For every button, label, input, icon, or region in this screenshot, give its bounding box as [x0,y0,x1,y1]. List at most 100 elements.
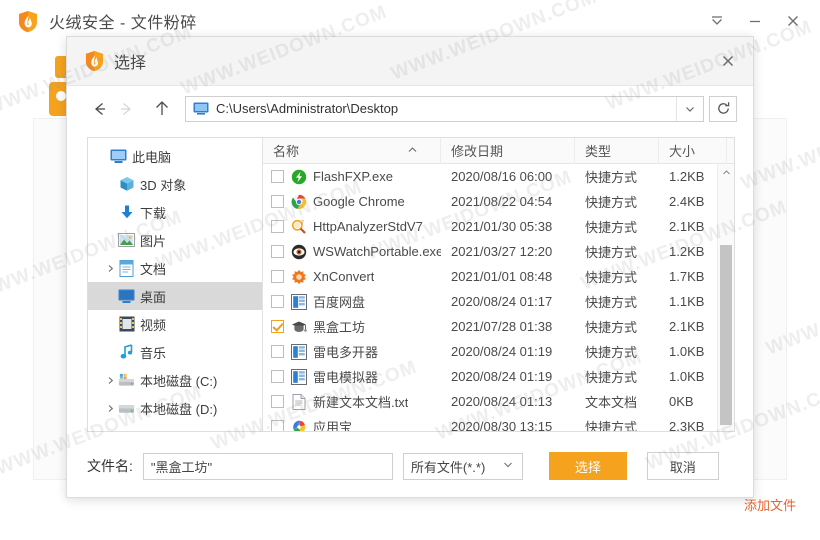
close-button[interactable] [774,4,812,38]
filename-input[interactable] [143,453,393,480]
file-size-cell: 1.0KB [659,369,717,384]
address-bar[interactable]: C:\Users\Administrator\Desktop [185,96,704,122]
httpanalyzer-icon: 7 [291,219,307,235]
file-type-cell: 快捷方式 [575,267,659,286]
arrow-up-icon[interactable] [149,96,175,122]
chevron-right-icon[interactable] [102,260,118,276]
file-checkbox[interactable] [271,345,284,358]
file-type-cell: 快捷方式 [575,317,659,336]
file-checkbox[interactable] [271,395,284,408]
tree-item-label: 下载 [140,203,166,222]
tree-item-7[interactable]: 音乐 [88,338,262,366]
tree-spacer [102,316,118,332]
cancel-button[interactable]: 取消 [647,452,719,480]
tree-item-2[interactable]: 下载 [88,198,262,226]
select-button[interactable]: 选择 [549,452,627,480]
file-type-cell: 快捷方式 [575,242,659,261]
flashfxp-icon [291,169,307,185]
collapse-button[interactable] [698,4,736,38]
chevron-down-icon [502,459,514,474]
arrow-left-icon[interactable] [87,96,113,122]
file-type-cell: 快捷方式 [575,417,659,431]
file-type-filter-select[interactable]: 所有文件(*.*) [403,453,523,480]
file-name-cell: FlashFXP.exe [263,169,441,185]
table-row[interactable]: 百度网盘2020/08/24 01:17快捷方式1.1KB [263,289,717,314]
file-size-cell: 2.4KB [659,194,717,209]
file-size-cell: 2.1KB [659,219,717,234]
file-date-cell: 2020/08/24 01:13 [441,394,575,409]
file-name-label: 应用宝 [313,417,352,431]
table-row[interactable]: 应用宝2020/08/30 13:15快捷方式2.3KB [263,414,717,431]
table-row[interactable]: 雷电多开器2020/08/24 01:19快捷方式1.0KB [263,339,717,364]
tree-item-4[interactable]: 文档 [88,254,262,282]
drive-icon [118,400,135,417]
file-name-label: HttpAnalyzerStdV7 [313,219,423,234]
xnconvert-icon [291,269,307,285]
file-checkbox[interactable] [271,270,284,283]
file-checkbox[interactable] [271,170,284,183]
chevron-down-icon[interactable] [676,97,703,121]
table-row[interactable]: 7HttpAnalyzerStdV72021/01/30 05:38快捷方式2.… [263,214,717,239]
tree-item-0[interactable]: 此电脑 [88,142,262,170]
file-date-cell: 2020/08/24 01:19 [441,344,575,359]
column-header-size[interactable]: 大小 [659,138,727,164]
file-type-cell: 快捷方式 [575,217,659,236]
file-name-label: 百度网盘 [313,292,365,311]
table-row[interactable]: 新建文本文档.txt2020/08/24 01:13文本文档0KB [263,389,717,414]
file-name-cell: 新建文本文档.txt [263,392,441,411]
tree-item-6[interactable]: 视频 [88,310,262,338]
column-header-date[interactable]: 修改日期 [441,138,575,164]
file-type-filter-value: 所有文件(*.*) [411,457,485,476]
select-file-dialog: 选择 [66,36,754,498]
table-row[interactable]: Google Chrome2021/08/22 04:54快捷方式2.4KB [263,189,717,214]
file-name-cell: Google Chrome [263,194,441,210]
table-row[interactable]: FlashFXP.exe2020/08/16 06:00快捷方式1.2KB [263,164,717,189]
table-row[interactable]: WSWatchPortable.exe2021/03/27 12:20快捷方式1… [263,239,717,264]
table-row[interactable]: 雷电模拟器2020/08/24 01:19快捷方式1.0KB [263,364,717,389]
tree-item-label: 文档 [140,259,166,278]
tree-spacer [102,344,118,360]
minimize-button[interactable] [736,4,774,38]
tree-item-1[interactable]: 3D 对象 [88,170,262,198]
dialog-body: 此电脑 3D 对象下载图片文档桌面视频音乐本地磁盘 (C:)本地磁盘 (D:) 名… [87,137,735,432]
close-icon[interactable] [713,46,743,76]
file-checkbox[interactable] [271,245,284,258]
chevron-right-icon[interactable] [102,372,118,388]
file-checkbox[interactable] [271,420,284,431]
file-checkbox[interactable] [271,370,284,383]
refresh-icon[interactable] [709,96,737,122]
music-icon [118,344,135,361]
scrollbar-track[interactable] [718,181,734,414]
document-icon [118,260,135,277]
file-checkbox[interactable] [271,320,284,333]
file-name-label: 雷电多开器 [313,342,378,361]
tree-item-8[interactable]: 本地磁盘 (C:) [88,366,262,394]
folder-tree[interactable]: 此电脑 3D 对象下载图片文档桌面视频音乐本地磁盘 (C:)本地磁盘 (D:) [88,138,263,431]
table-row[interactable]: 黑盒工坊2021/07/28 01:38快捷方式2.1KB [263,314,717,339]
file-type-cell: 快捷方式 [575,342,659,361]
chevron-up-icon[interactable] [718,164,734,181]
dialog-title: 选择 [114,49,146,73]
file-checkbox[interactable] [271,195,284,208]
table-row[interactable]: XnConvert2021/01/01 08:48快捷方式1.7KB [263,264,717,289]
file-list-rows[interactable]: FlashFXP.exe2020/08/16 06:00快捷方式1.2KBGoo… [263,164,717,431]
file-name-cell: 雷电多开器 [263,342,441,361]
vertical-scrollbar[interactable] [717,164,734,431]
tree-item-5[interactable]: 桌面 [88,282,262,310]
file-checkbox[interactable] [271,220,284,233]
file-name-label: 新建文本文档.txt [313,392,408,411]
tree-item-label: 3D 对象 [140,175,186,194]
chevron-right-icon[interactable] [102,400,118,416]
scrollbar-thumb[interactable] [720,245,732,425]
tree-item-3[interactable]: 图片 [88,226,262,254]
file-size-cell: 1.2KB [659,244,717,259]
file-checkbox[interactable] [271,295,284,308]
file-name-cell: 应用宝 [263,417,441,431]
monitor-icon [193,102,209,115]
column-header-name[interactable]: 名称 [263,138,441,164]
file-name-cell: 雷电模拟器 [263,367,441,386]
tree-spacer [102,204,118,220]
tree-item-9[interactable]: 本地磁盘 (D:) [88,394,262,422]
column-header-type[interactable]: 类型 [575,138,659,164]
video-icon [118,316,135,333]
